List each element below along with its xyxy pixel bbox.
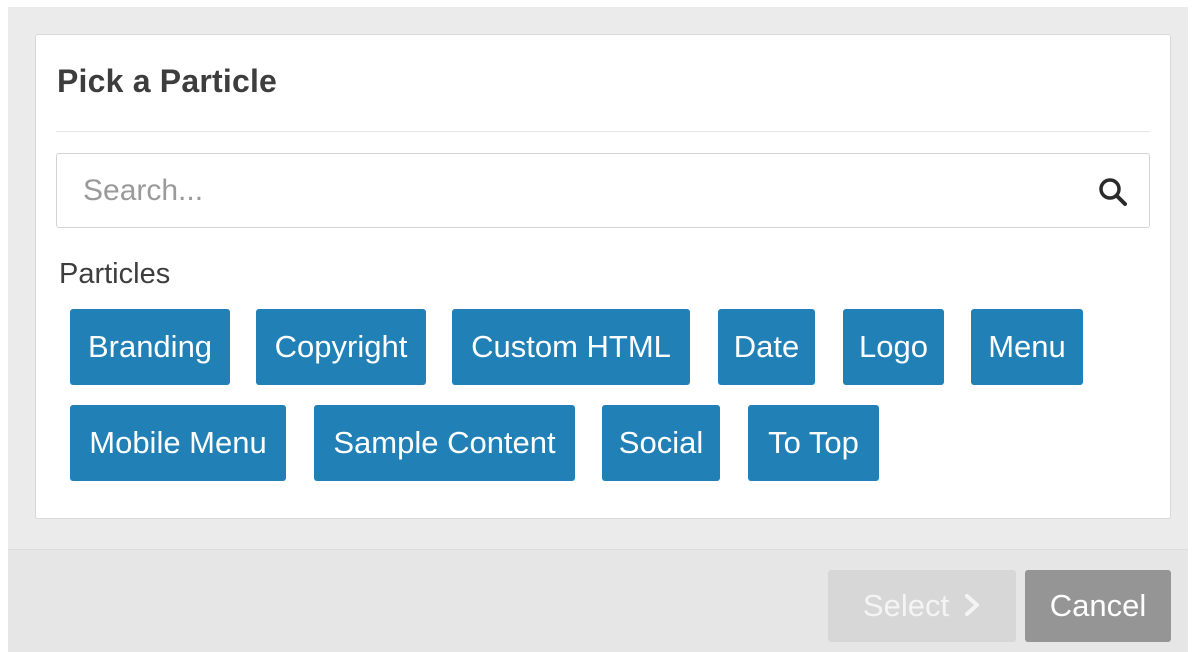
particle-custom-html[interactable]: Custom HTML bbox=[452, 309, 690, 385]
particle-mobile-menu[interactable]: Mobile Menu bbox=[70, 405, 286, 481]
particle-branding[interactable]: Branding bbox=[70, 309, 230, 385]
select-button-label: Select bbox=[862, 588, 950, 623]
chevron-right-icon bbox=[965, 593, 980, 616]
particle-menu[interactable]: Menu bbox=[971, 309, 1083, 385]
particle-copyright[interactable]: Copyright bbox=[256, 309, 426, 385]
particles-section-label: Particles bbox=[59, 258, 171, 290]
particle-to-top[interactable]: To Top bbox=[748, 405, 879, 481]
dialog-title: Pick a Particle bbox=[57, 63, 278, 99]
search-box bbox=[56, 153, 1150, 228]
search-icon[interactable] bbox=[1097, 176, 1129, 208]
cancel-button[interactable]: Cancel bbox=[1025, 570, 1171, 642]
title-divider bbox=[56, 131, 1150, 132]
particle-social[interactable]: Social bbox=[602, 405, 720, 481]
particle-logo[interactable]: Logo bbox=[843, 309, 944, 385]
select-button[interactable]: Select bbox=[828, 570, 1016, 642]
search-input[interactable] bbox=[57, 154, 1149, 227]
particle-sample-content[interactable]: Sample Content bbox=[314, 405, 575, 481]
particle-picker-modal: Pick a Particle Particles Branding Copyr… bbox=[8, 7, 1188, 652]
particle-picker-card: Pick a Particle Particles Branding Copyr… bbox=[35, 34, 1171, 519]
modal-footer: Select Cancel bbox=[8, 549, 1188, 652]
particle-date[interactable]: Date bbox=[718, 309, 815, 385]
